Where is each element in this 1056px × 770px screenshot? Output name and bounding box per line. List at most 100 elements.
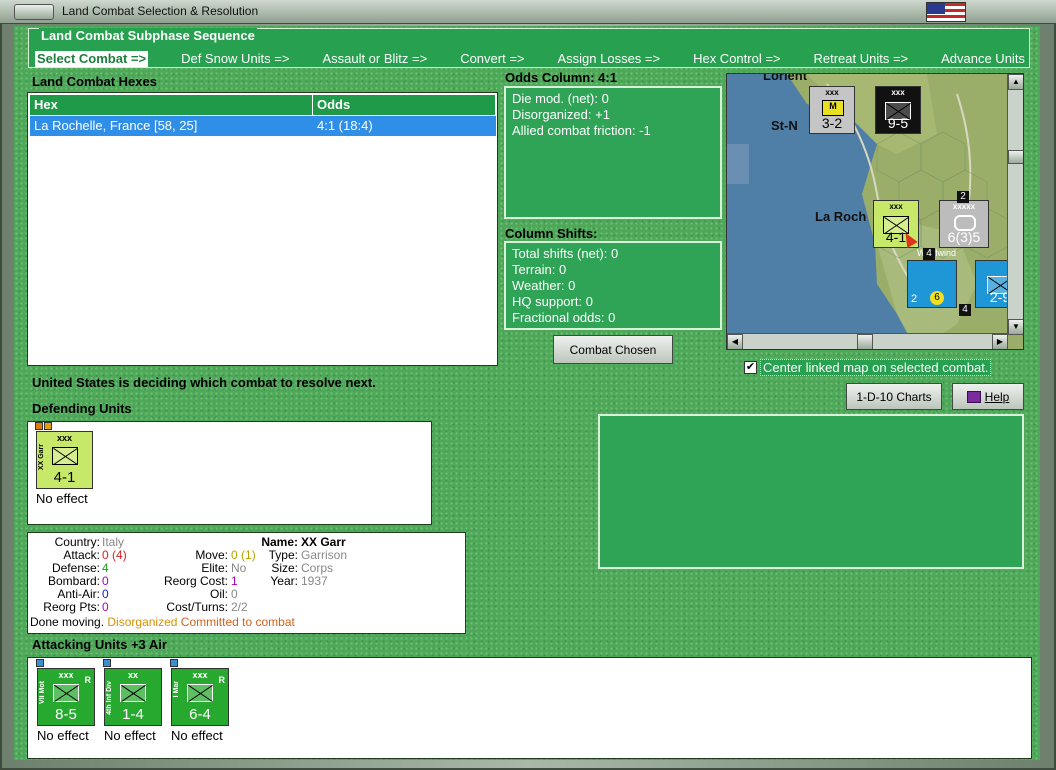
shifts-panel: Total shifts (net): 0 Terrain: 0 Weather… [504, 241, 722, 330]
defense-value: 4 [102, 561, 109, 575]
cost-turns-label: Cost/Turns: [166, 600, 228, 614]
die-mod-line: Die mod. (net): 0 [512, 91, 609, 106]
scroll-up-icon[interactable]: ▲ [1008, 74, 1023, 90]
fractional-odds-line: Fractional odds: 0 [512, 310, 616, 325]
help-book-icon [966, 390, 981, 403]
defending-unit-effect: No effect [36, 491, 88, 506]
hq-support-line: HQ support: 0 [512, 294, 593, 309]
map-marker-m: M [822, 100, 844, 116]
attacking-unit-counter-2[interactable]: xx 4th Inf Div 1-4 [103, 659, 162, 726]
move-label: Move: [195, 548, 228, 562]
map-counter-3-2[interactable]: xxx M 3-2 [809, 86, 855, 134]
country-label: Country: [54, 535, 100, 549]
row-odds: 4:1 (18:4) [317, 118, 373, 133]
elite-label: Elite: [201, 561, 228, 575]
hexes-table: Hex Odds La Rochelle, France [58, 25] 4:… [27, 92, 498, 366]
antiair-label: Anti-Air: [57, 587, 100, 601]
reorg-pts-label: Reorg Pts: [43, 600, 100, 614]
step-retreat-units: Retreat Units => [813, 51, 909, 66]
combat-chosen-button[interactable]: Combat Chosen [553, 335, 673, 364]
oil-label: Oil: [210, 587, 228, 601]
help-label: Help [984, 389, 1010, 404]
step-advance-units: Advance Units [941, 51, 1025, 66]
defense-label: Defense: [51, 561, 100, 575]
odds-header: Odds Column: 4:1 [505, 70, 617, 85]
attack-value: 0 (4) [102, 548, 127, 562]
map-counter-9-5[interactable]: xxx 9-5 [875, 86, 921, 134]
charts-button[interactable]: 1-D-10 Charts [846, 383, 942, 410]
friction-line: Allied combat friction: -1 [512, 123, 651, 138]
reorg-cost-label: Reorg Cost: [163, 574, 228, 588]
total-shifts-line: Total shifts (net): 0 [512, 246, 619, 261]
scroll-thumb-vertical[interactable] [1008, 150, 1023, 164]
map-stack-marker-2: 2 [957, 191, 969, 203]
terrain-line: Terrain: 0 [512, 262, 567, 277]
center-map-checkbox[interactable]: ✔ [744, 361, 757, 374]
country-value: Italy [102, 535, 125, 549]
size-label: Size: [271, 561, 298, 575]
disorganized-line: Disorganized: +1 [512, 107, 610, 122]
map-label-la-rochelle: La Roch [815, 209, 867, 224]
step-def-snow-units: Def Snow Units => [181, 51, 290, 66]
bombard-value: 0 [102, 574, 109, 588]
map-counter-air[interactable]: 6 2 [907, 260, 957, 308]
defending-header: Defending Units [32, 401, 132, 416]
window-menu-button[interactable] [14, 4, 54, 20]
attacking-unit-counter-3[interactable]: xxx I Mar R 6-4 [170, 659, 229, 726]
title-bar: Land Combat Selection & Resolution [0, 0, 1056, 24]
unit-info-panel: Country: Italy Attack: 0 (4) Defense: 4 … [27, 532, 466, 634]
map-scrollbar-vertical[interactable]: ▲ ▼ [1007, 74, 1023, 335]
unit-status-line: Done moving. Disorganized Committed to c… [30, 615, 295, 629]
defending-unit-counter[interactable]: xxx XX Garr 4-1 [35, 422, 93, 489]
step-assault-or-blitz: Assault or Blitz => [322, 51, 428, 66]
step-assign-losses: Assign Losses => [557, 51, 661, 66]
antiair-value: 0 [102, 587, 109, 601]
attacking-unit-effect-3: No effect [171, 728, 223, 743]
oil-value: 0 [231, 587, 238, 601]
weather-line: Weather: 0 [512, 278, 576, 293]
type-value: Garrison [301, 548, 348, 562]
step-convert: Convert => [460, 51, 525, 66]
attacking-units-panel: xxx VII Mot R 8-5 No effect xx 4th Inf D… [27, 657, 1032, 759]
type-label: Type: [268, 548, 298, 562]
column-odds[interactable]: Odds [313, 95, 496, 115]
map-label-lorient: Lorient [763, 73, 808, 83]
attacking-unit-effect-1: No effect [37, 728, 89, 743]
status-line: United States is deciding which combat t… [32, 375, 376, 390]
window-title: Land Combat Selection & Resolution [62, 4, 259, 18]
name-value: XX Garr [301, 535, 346, 549]
combat-result-panel [598, 414, 1024, 569]
scroll-left-icon[interactable]: ◀ [727, 334, 743, 349]
sequence-legend: Land Combat Subphase Sequence [39, 28, 257, 43]
row-hex: La Rochelle, France [58, 25] [34, 118, 198, 133]
map-scrollbar-horizontal[interactable]: ◀ ▶ [727, 333, 1008, 349]
step-select-combat: Select Combat => [35, 51, 149, 67]
shifts-header: Column Shifts: [505, 226, 598, 241]
cost-turns-value: 2/2 [231, 600, 248, 614]
scroll-down-icon[interactable]: ▼ [1008, 319, 1023, 335]
hexes-header: Land Combat Hexes [32, 74, 157, 89]
odds-panel: Die mod. (net): 0 Disorganized: +1 Allie… [504, 86, 722, 219]
defending-units-panel: xxx XX Garr 4-1 No effect [27, 421, 432, 525]
column-hex[interactable]: Hex [30, 95, 313, 115]
name-label: Name: [261, 535, 298, 549]
bombard-label: Bombard: [47, 574, 100, 588]
center-map-label[interactable]: Center linked map on selected combat. [760, 359, 992, 376]
map-marker-6: 6 [930, 291, 944, 305]
map-label-st-n: St-N [771, 118, 798, 133]
size-value: Corps [301, 561, 334, 575]
subphase-sequence: Land Combat Subphase Sequence Select Com… [28, 28, 1030, 68]
table-row[interactable]: La Rochelle, France [58, 25] 4:1 (18:4) [30, 116, 496, 136]
step-hex-control: Hex Control => [693, 51, 781, 66]
attack-label: Attack: [63, 548, 100, 562]
linked-map[interactable]: Lorient St-N La Roch Whirlwind xxx M 3-2… [726, 73, 1024, 350]
help-button[interactable]: Help [952, 383, 1024, 410]
attacking-unit-counter-1[interactable]: xxx VII Mot R 8-5 [36, 659, 95, 726]
scroll-right-icon[interactable]: ▶ [992, 334, 1008, 349]
scroll-thumb-horizontal[interactable] [857, 334, 873, 349]
us-flag-icon [926, 2, 966, 22]
attacking-header: Attacking Units +3 Air [32, 637, 167, 652]
map-stack-marker-4b: 4 [959, 304, 971, 316]
year-label: Year: [270, 574, 298, 588]
map-counter-6-3-5[interactable]: xxxxx 6(3)5 [939, 200, 989, 248]
